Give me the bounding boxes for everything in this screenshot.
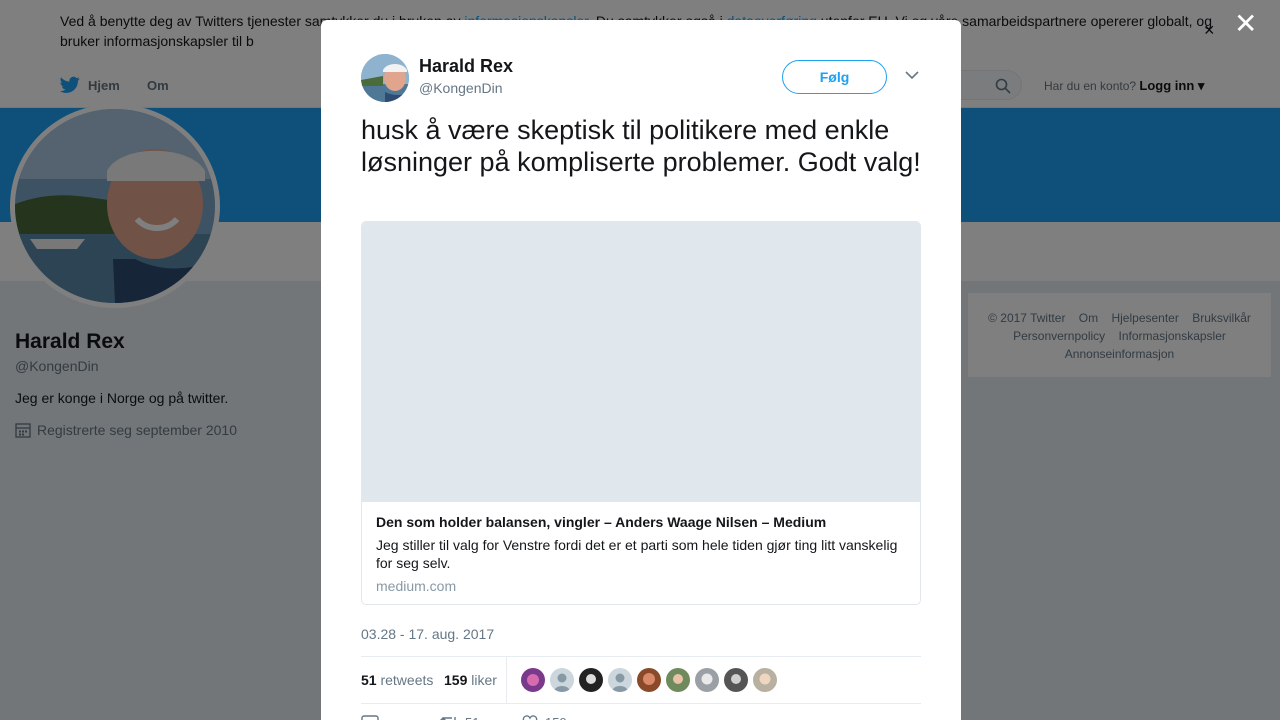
tweet-timestamp: 03.28 - 17. aug. 2017 bbox=[361, 626, 495, 642]
tweet-modal: Harald Rex @KongenDin Følg husk å være s… bbox=[321, 20, 961, 720]
tweet-author-name[interactable]: Harald Rex bbox=[419, 56, 513, 77]
reply-button[interactable] bbox=[361, 714, 385, 720]
tweet-stats: 51 retweets 159 liker bbox=[361, 656, 921, 704]
author-photo bbox=[361, 54, 409, 102]
modal-close-icon[interactable]: ✕ bbox=[1234, 10, 1257, 38]
card-description: Jeg stiller til valg for Venstre fordi d… bbox=[376, 537, 898, 571]
retweets-count: 51 bbox=[361, 672, 377, 688]
liker-avatar[interactable] bbox=[637, 668, 661, 692]
liker-avatar[interactable] bbox=[724, 668, 748, 692]
retweet-icon bbox=[440, 717, 456, 720]
tweet-actions: 51 159 bbox=[361, 712, 921, 720]
card-image bbox=[362, 222, 920, 502]
tweet-author-handle[interactable]: @KongenDin bbox=[419, 80, 503, 96]
liker-avatar[interactable] bbox=[753, 668, 777, 692]
liker-avatar[interactable] bbox=[608, 668, 632, 692]
liker-avatar[interactable] bbox=[579, 668, 603, 692]
card-title: Den som holder balansen, vingler – Ander… bbox=[376, 514, 827, 530]
like-button[interactable]: 159 bbox=[521, 714, 567, 720]
like-count: 159 bbox=[545, 715, 567, 720]
likes-count: 159 bbox=[444, 672, 468, 688]
liker-avatar[interactable] bbox=[695, 668, 719, 692]
retweets-stat[interactable]: 51 retweets bbox=[361, 672, 433, 688]
liker-avatar[interactable] bbox=[550, 668, 574, 692]
liker-avatar[interactable] bbox=[521, 668, 545, 692]
retweet-button[interactable]: 51 bbox=[439, 714, 479, 720]
heart-icon bbox=[522, 715, 538, 720]
card-domain: medium.com bbox=[376, 578, 457, 594]
tweet-author-avatar[interactable] bbox=[361, 54, 409, 102]
stats-divider bbox=[506, 657, 507, 703]
liker-avatar[interactable] bbox=[666, 668, 690, 692]
likes-stat[interactable]: 159 liker bbox=[444, 672, 497, 688]
retweets-label: retweets bbox=[380, 672, 434, 688]
likes-label: liker bbox=[471, 672, 497, 688]
reply-icon bbox=[361, 715, 379, 720]
tweet-text: husk å være skeptisk til politikere med … bbox=[361, 115, 921, 177]
chevron-down-icon[interactable] bbox=[905, 70, 919, 80]
follow-button[interactable]: Følg bbox=[782, 60, 887, 94]
link-card[interactable]: Den som holder balansen, vingler – Ander… bbox=[361, 221, 921, 605]
retweet-count: 51 bbox=[465, 715, 479, 720]
